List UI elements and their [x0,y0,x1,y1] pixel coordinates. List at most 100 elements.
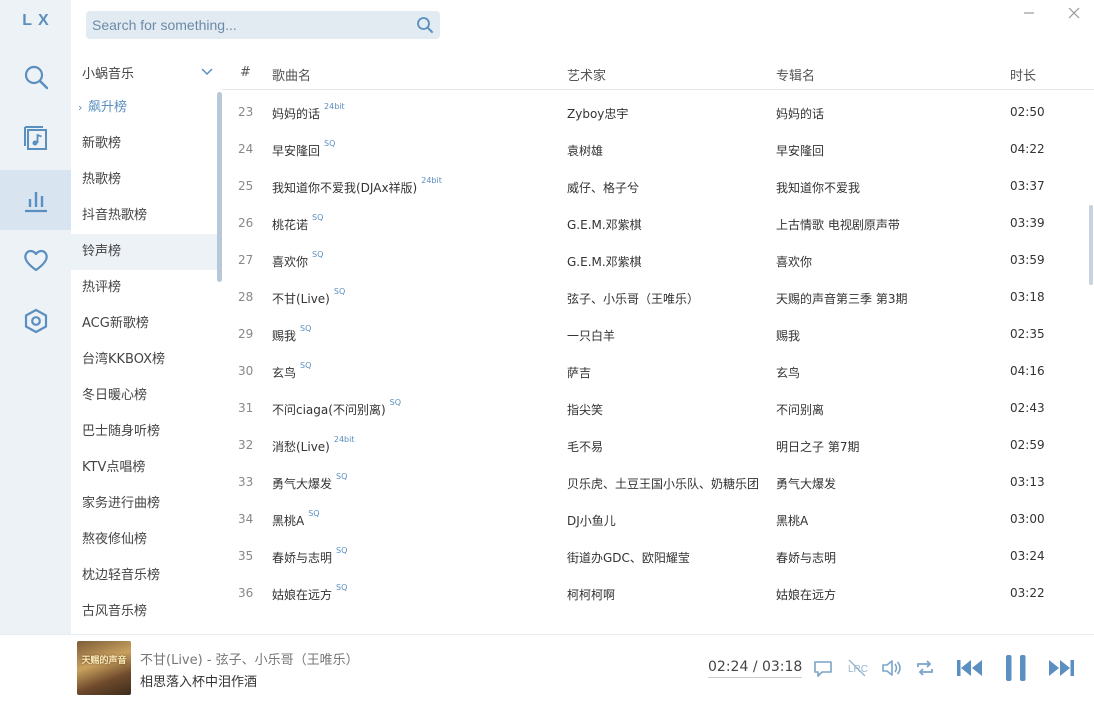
artist-name: 贝乐虎、土豆王国小乐队、奶糖乐团 [567,477,760,491]
table-row[interactable]: 32 消愁(Live)24bit 毛不易 明日之子 第7期 02:59 [222,427,1088,464]
leaderboard-item[interactable]: 抖音热歌榜 [71,198,221,234]
quality-badge: SQ [336,583,348,592]
playback-time: 02:24 / 03:18 [708,659,803,678]
nav-search-button[interactable] [0,47,71,107]
pause-button[interactable] [1000,655,1032,681]
song-name-cell: 不问ciaga(不问别离)SQ [272,398,401,418]
artist-name: 指尖笑 [567,403,604,417]
table-row[interactable]: 28 不甘(Live)SQ 弦子、小乐哥（王唯乐） 天赐的声音第三季 第3期 03:18 [222,279,1088,316]
table-row[interactable]: 26 桃花诺SQ G.E.M.邓紫棋 上古情歌 电视剧原声带 03:39 [222,205,1088,242]
search-icon [24,65,48,90]
artist-name: 一只白羊 [567,329,616,343]
song-duration: 04:22 [1010,142,1045,156]
artist-name: Zyboy忠宇 [567,107,629,121]
table-row[interactable]: 34 黑桃ASQ DJ小鱼儿 黑桃A 03:00 [222,501,1088,538]
leaderboard-item-label: ACG新歌榜 [82,316,149,331]
table-row[interactable]: 29 赐我SQ 一只白羊 赐我 02:35 [222,316,1088,353]
table-row[interactable]: 23 妈妈的话24bit Zyboy忠宇 妈妈的话 02:50 [222,94,1088,131]
table-row[interactable]: 31 不问ciaga(不问别离)SQ 指尖笑 不问别离 02:43 [222,390,1088,427]
song-duration: 03:18 [1010,290,1045,304]
song-name: 玄鸟 [272,366,297,380]
source-select[interactable]: 小蜗音乐 [71,56,221,88]
total-time: 03:18 [761,659,803,675]
play-mode-button[interactable] [912,655,938,681]
leaderboard-item[interactable]: 新歌榜 [71,126,221,162]
leaderboard-item[interactable]: 铃声榜 [71,234,221,270]
now-playing-title: 不甘(Live) - 弦子、小乐哥（王唯乐） [140,653,359,668]
song-duration: 03:24 [1010,549,1045,563]
row-number: 29 [238,327,254,341]
leaderboard-item[interactable]: 热评榜 [71,270,221,306]
song-duration: 03:37 [1010,179,1045,193]
search-input[interactable] [86,11,406,39]
song-duration: 03:39 [1010,216,1045,230]
time-separator: / [752,659,762,675]
row-number: 36 [238,586,254,600]
leaderboard-item[interactable]: 巴士随身听榜 [71,414,221,450]
album-name: 妈妈的话 [776,107,825,121]
leaderboard-item-label: 巴士随身听榜 [82,424,161,439]
minimize-button[interactable] [1020,4,1038,22]
song-duration: 03:00 [1010,512,1045,526]
table-row[interactable]: 25 我知道你不爱我(DJAx祥版)24bit 威仔、格子兮 我知道你不爱我 03:37 [222,168,1088,205]
leaderboard-item[interactable]: ACG新歌榜 [71,306,221,342]
chevron-right-icon: › [78,101,83,114]
nav-leaderboard-button[interactable] [0,170,71,230]
nav-songlist-button[interactable] [0,108,71,168]
sidebar-nav: LX [0,0,71,634]
table-row[interactable]: 35 春娇与志明SQ 街道办GDC、欧阳耀莹 春娇与志明 03:24 [222,538,1088,575]
leaderboard-item[interactable]: 熬夜修仙榜 [71,522,221,558]
album-cover[interactable]: 天赐的声音 [77,641,131,695]
comment-button[interactable] [810,655,836,681]
artist-name: DJ小鱼儿 [567,514,616,528]
song-duration: 04:16 [1010,364,1045,378]
lyric-off-icon: LRC [848,659,868,677]
volume-button[interactable] [878,655,904,681]
song-table-header: # 歌曲名 艺术家 专辑名 时长 [222,56,1094,90]
minimize-icon [1024,12,1034,14]
song-name: 勇气大爆发 [272,477,333,491]
table-row[interactable]: 33 勇气大爆发SQ 贝乐虎、土豆王国小乐队、奶糖乐团 勇气大爆发 03:13 [222,464,1088,501]
desktop-lyric-button[interactable]: LRC [844,655,870,681]
skip-previous-icon [957,660,982,676]
leaderboard-item[interactable]: KTV点唱榜 [71,450,221,486]
next-track-button[interactable] [1045,655,1077,681]
album-name: 不问别离 [776,403,825,417]
song-table-scrollbar[interactable] [1089,205,1093,285]
song-name: 姑娘在远方 [272,588,333,602]
table-row[interactable]: 24 早安隆回SQ 袁树雄 早安隆回 04:22 [222,131,1088,168]
now-playing-lyric: 相思落入杯中泪作酒 [140,675,258,690]
leaderboard-item[interactable]: 冬日暖心榜 [71,378,221,414]
leaderboard-item[interactable]: 枕边轻音乐榜 [71,558,221,594]
song-name-cell: 我知道你不爱我(DJAx祥版)24bit [272,176,442,196]
current-time: 02:24 [708,659,749,675]
song-duration: 02:43 [1010,401,1045,415]
leaderboard-item-label: 新歌榜 [82,136,122,151]
nav-settings-button[interactable] [0,291,71,351]
artist-name: 威仔、格子兮 [567,181,640,195]
leaderboard-item[interactable]: 热歌榜 [71,162,221,198]
album-name: 上古情歌 电视剧原声带 [776,218,900,232]
table-row[interactable]: 30 玄鸟SQ 萨吉 玄鸟 04:16 [222,353,1088,390]
previous-track-button[interactable] [954,655,986,681]
search-button[interactable] [414,15,436,35]
leaderboard-item[interactable]: 台湾KKBOX榜 [71,342,221,378]
close-button[interactable] [1065,4,1083,22]
song-name-cell: 妈妈的话24bit [272,102,345,122]
leaderboard-item[interactable]: › 飙升榜 [71,90,221,126]
row-number: 24 [238,142,254,156]
table-row[interactable]: 27 喜欢你SQ G.E.M.邓紫棋 喜欢你 03:59 [222,242,1088,279]
quality-badge: SQ [389,398,401,407]
row-number: 23 [238,105,254,119]
chevron-down-icon [201,68,213,76]
song-name: 不甘(Live) [272,292,330,306]
table-row[interactable]: 36 姑娘在远方SQ 柯柯柯啊 姑娘在远方 03:22 [222,575,1088,612]
leaderboard-item[interactable]: 家务进行曲榜 [71,486,221,522]
nav-favorites-button[interactable] [0,230,71,290]
comment-icon [814,661,832,677]
song-name: 消愁(Live) [272,440,330,454]
song-name-cell: 早安隆回SQ [272,139,335,159]
album-name: 春娇与志明 [776,551,837,565]
album-name: 明日之子 第7期 [776,440,860,454]
leaderboard-item[interactable]: 古风音乐榜 [71,594,221,630]
